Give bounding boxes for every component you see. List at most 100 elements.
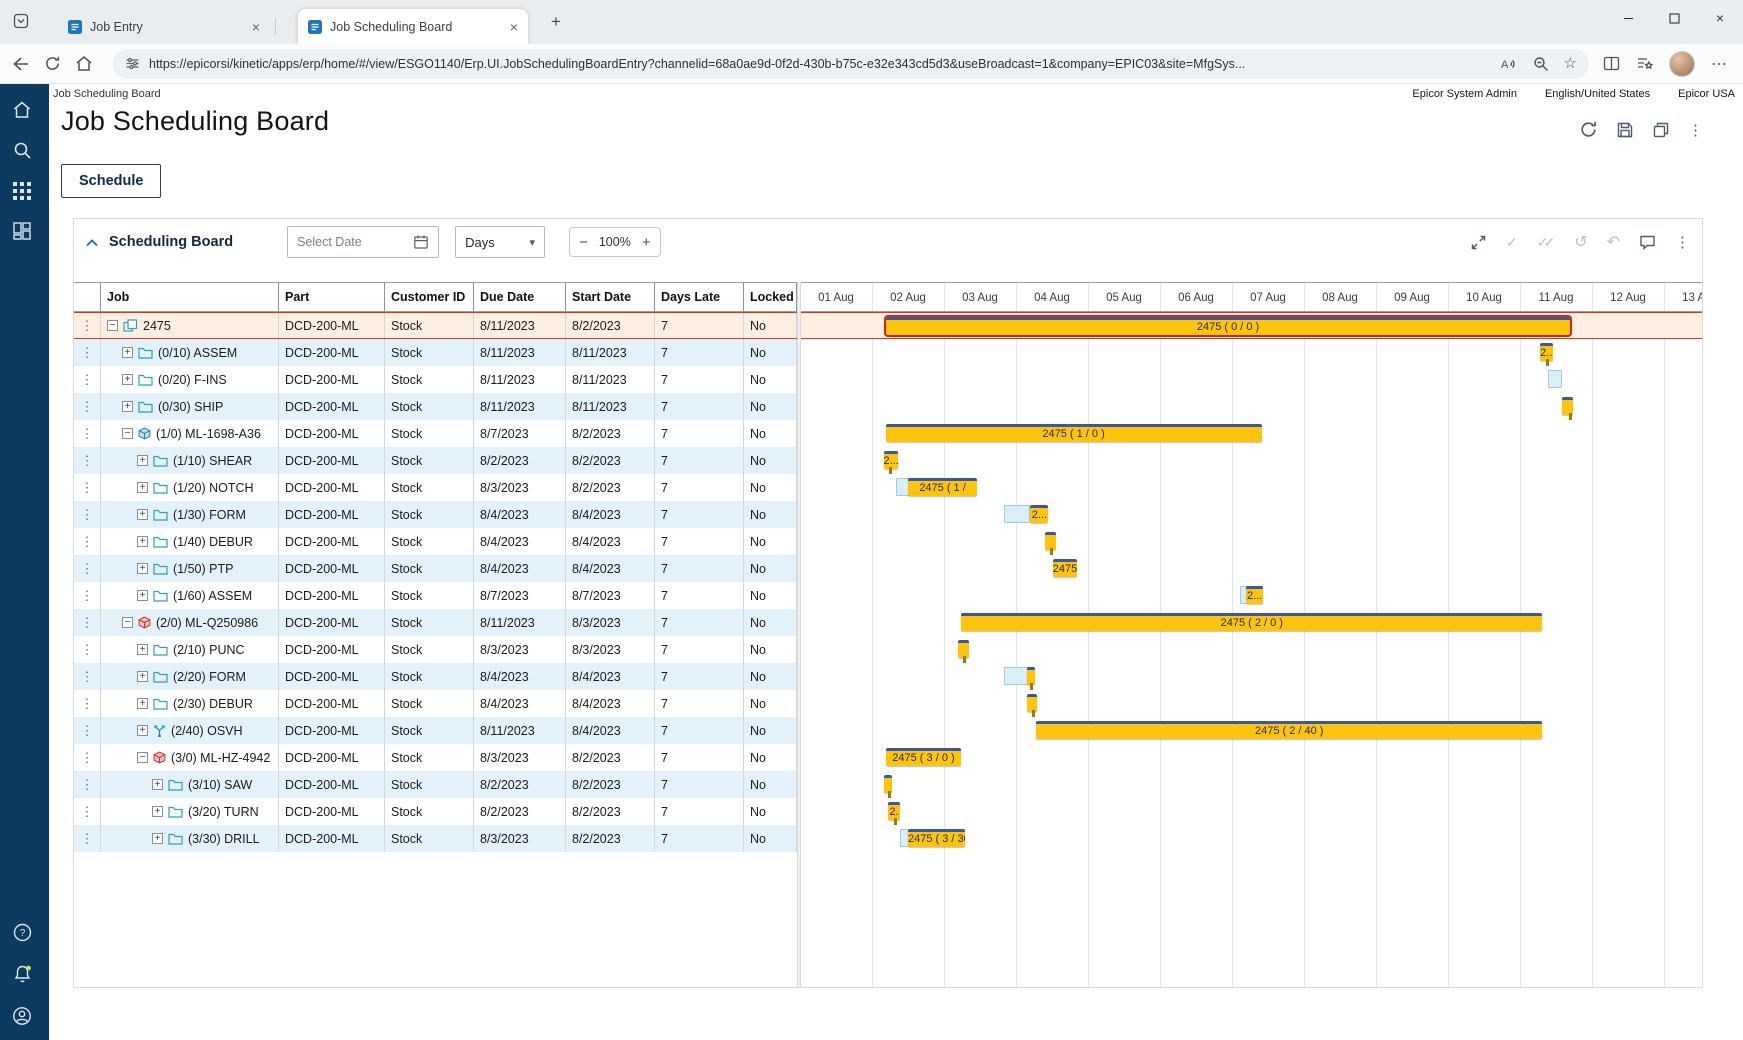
row-menu-icon[interactable]: ⋮: [74, 744, 101, 771]
table-row[interactable]: ⋮+(3/10) SAWDCD-200-MLStock8/2/20238/2/2…: [74, 771, 797, 798]
company-label[interactable]: Epicor USA: [1678, 88, 1735, 100]
table-row[interactable]: ⋮+(0/20) F-INSDCD-200-MLStock8/11/20238/…: [74, 366, 797, 393]
expand-row-icon[interactable]: +: [122, 374, 133, 385]
tab-close-icon[interactable]: ×: [252, 20, 260, 34]
row-menu-icon[interactable]: ⋮: [74, 313, 101, 338]
table-row[interactable]: ⋮+(2/30) DEBURDCD-200-MLStock8/4/20238/4…: [74, 690, 797, 717]
table-row[interactable]: ⋮+(3/20) TURNDCD-200-MLStock8/2/20238/2/…: [74, 798, 797, 825]
home-icon[interactable]: [12, 100, 32, 119]
table-row[interactable]: ⋮+(0/10) ASSEMDCD-200-MLStock8/11/20238/…: [74, 339, 797, 366]
tab-job-scheduling-board[interactable]: Job Scheduling Board ×: [298, 9, 528, 44]
table-row[interactable]: ⋮+(1/10) SHEARDCD-200-MLStock8/2/20238/2…: [74, 447, 797, 474]
row-menu-icon[interactable]: ⋮: [74, 420, 101, 447]
overflow-icon[interactable]: ⋮: [1688, 121, 1703, 139]
row-menu-icon[interactable]: ⋮: [74, 447, 101, 474]
favorites-bar-icon[interactable]: [1636, 56, 1653, 71]
gantt-bar[interactable]: 2475: [1053, 559, 1077, 577]
search-page-icon[interactable]: [1533, 56, 1549, 72]
gantt-bar[interactable]: 2475 ( 1 / 0 ): [886, 424, 1262, 442]
row-menu-icon[interactable]: ⋮: [74, 474, 101, 501]
collapse-panel-icon[interactable]: [86, 239, 98, 247]
table-row[interactable]: ⋮−(3/0) ML-HZ-4942DCD-200-MLStock8/3/202…: [74, 744, 797, 771]
breadcrumb[interactable]: Job Scheduling Board: [53, 88, 161, 100]
gantt-bar[interactable]: 2475 ( 2 / 40 ): [1036, 721, 1542, 739]
read-aloud-icon[interactable]: A: [1500, 56, 1518, 72]
help-icon[interactable]: ?: [13, 923, 32, 942]
row-menu-icon[interactable]: ⋮: [74, 825, 101, 852]
user-account-icon[interactable]: [12, 1006, 32, 1026]
expand-row-icon[interactable]: +: [137, 536, 148, 547]
expand-row-icon[interactable]: +: [137, 509, 148, 520]
row-menu-icon[interactable]: ⋮: [74, 663, 101, 690]
gantt-slack-bar[interactable]: [1548, 370, 1562, 388]
window-maximize-button[interactable]: [1651, 0, 1697, 36]
tab-actions-icon[interactable]: [13, 13, 29, 29]
column-header-customer-id[interactable]: Customer ID: [385, 283, 474, 311]
row-menu-icon[interactable]: ⋮: [74, 636, 101, 663]
row-menu-icon[interactable]: ⋮: [74, 555, 101, 582]
select-date-input[interactable]: Select Date: [287, 226, 439, 258]
row-menu-icon[interactable]: ⋮: [74, 771, 101, 798]
schedule-button[interactable]: Schedule: [61, 164, 161, 198]
collapse-row-icon[interactable]: −: [137, 752, 148, 763]
row-menu-icon[interactable]: ⋮: [74, 717, 101, 744]
confirm-icon[interactable]: ✓: [1506, 234, 1518, 251]
gantt-bar[interactable]: 2...: [1246, 586, 1263, 604]
locale-label[interactable]: English/United States: [1545, 88, 1650, 100]
column-header-job[interactable]: Job: [101, 283, 279, 311]
table-row[interactable]: ⋮−2475DCD-200-MLStock8/11/20238/2/20237N…: [74, 312, 797, 339]
expand-row-icon[interactable]: +: [137, 482, 148, 493]
expand-row-icon[interactable]: +: [137, 698, 148, 709]
expand-row-icon[interactable]: +: [137, 455, 148, 466]
row-menu-icon[interactable]: ⋮: [74, 339, 101, 366]
save-icon[interactable]: [1616, 121, 1634, 139]
window-minimize-button[interactable]: [1605, 0, 1651, 36]
table-row[interactable]: ⋮−(2/0) ML-Q250986DCD-200-MLStock8/11/20…: [74, 609, 797, 636]
zoom-in-button[interactable]: +: [642, 235, 651, 250]
column-header-due-date[interactable]: Due Date: [474, 283, 566, 311]
split-screen-icon[interactable]: [1603, 56, 1620, 71]
gantt-bar[interactable]: 2475 ( 0 / 0 ): [886, 317, 1571, 335]
calendar-icon[interactable]: [413, 234, 429, 250]
expand-row-icon[interactable]: +: [152, 833, 163, 844]
favorite-star-icon[interactable]: ☆: [1564, 56, 1577, 71]
gantt-bar[interactable]: 2475 ( 3 / 30: [908, 829, 965, 847]
confirm-all-icon[interactable]: ✓✓: [1537, 234, 1555, 251]
layouts-icon[interactable]: [1652, 121, 1670, 139]
collapse-row-icon[interactable]: −: [107, 320, 118, 331]
expand-row-icon[interactable]: +: [122, 347, 133, 358]
tab-job-entry[interactable]: Job Entry ×: [58, 9, 270, 44]
gantt-bar[interactable]: 2475 ( 1 /: [908, 478, 977, 496]
row-menu-icon[interactable]: ⋮: [74, 690, 101, 717]
gantt-bar[interactable]: 2475 ( 2 / 0 ): [961, 613, 1542, 631]
row-menu-icon[interactable]: ⋮: [74, 366, 101, 393]
table-row[interactable]: ⋮+(1/40) DEBURDCD-200-MLStock8/4/20238/4…: [74, 528, 797, 555]
expand-row-icon[interactable]: +: [137, 644, 148, 655]
undo-icon[interactable]: ↺: [1574, 232, 1587, 252]
refresh-icon[interactable]: [1579, 120, 1598, 139]
table-row[interactable]: ⋮+(2/10) PUNCDCD-200-MLStock8/3/20238/3/…: [74, 636, 797, 663]
row-menu-icon[interactable]: ⋮: [74, 798, 101, 825]
window-close-button[interactable]: ×: [1697, 0, 1743, 36]
table-row[interactable]: ⋮+(3/30) DRILLDCD-200-MLStock8/3/20238/2…: [74, 825, 797, 852]
current-user-label[interactable]: Epicor System Admin: [1412, 88, 1517, 100]
comment-icon[interactable]: [1639, 234, 1656, 250]
site-info-icon[interactable]: [125, 56, 140, 71]
column-header-locked[interactable]: Locked: [744, 283, 797, 311]
column-header-days-late[interactable]: Days Late: [655, 283, 744, 311]
page-refresh-icon[interactable]: [44, 55, 61, 72]
new-tab-button[interactable]: +: [545, 12, 567, 32]
expand-row-icon[interactable]: +: [122, 401, 133, 412]
apps-grid-icon[interactable]: [13, 182, 31, 200]
back-icon[interactable]: [12, 56, 30, 72]
browser-home-icon[interactable]: [75, 55, 93, 72]
notifications-bell-icon[interactable]: [13, 964, 32, 984]
row-menu-icon[interactable]: ⋮: [74, 528, 101, 555]
address-bar[interactable]: https://epicorsi/kinetic/apps/erp/home/#…: [113, 49, 1589, 79]
zoom-out-button[interactable]: −: [579, 235, 588, 250]
dashboard-icon[interactable]: [13, 222, 31, 240]
tab-close-icon[interactable]: ×: [510, 20, 518, 34]
gantt-bar[interactable]: 2...: [1030, 505, 1048, 523]
expand-row-icon[interactable]: +: [152, 806, 163, 817]
table-row[interactable]: ⋮+(1/50) PTPDCD-200-MLStock8/4/20238/4/2…: [74, 555, 797, 582]
